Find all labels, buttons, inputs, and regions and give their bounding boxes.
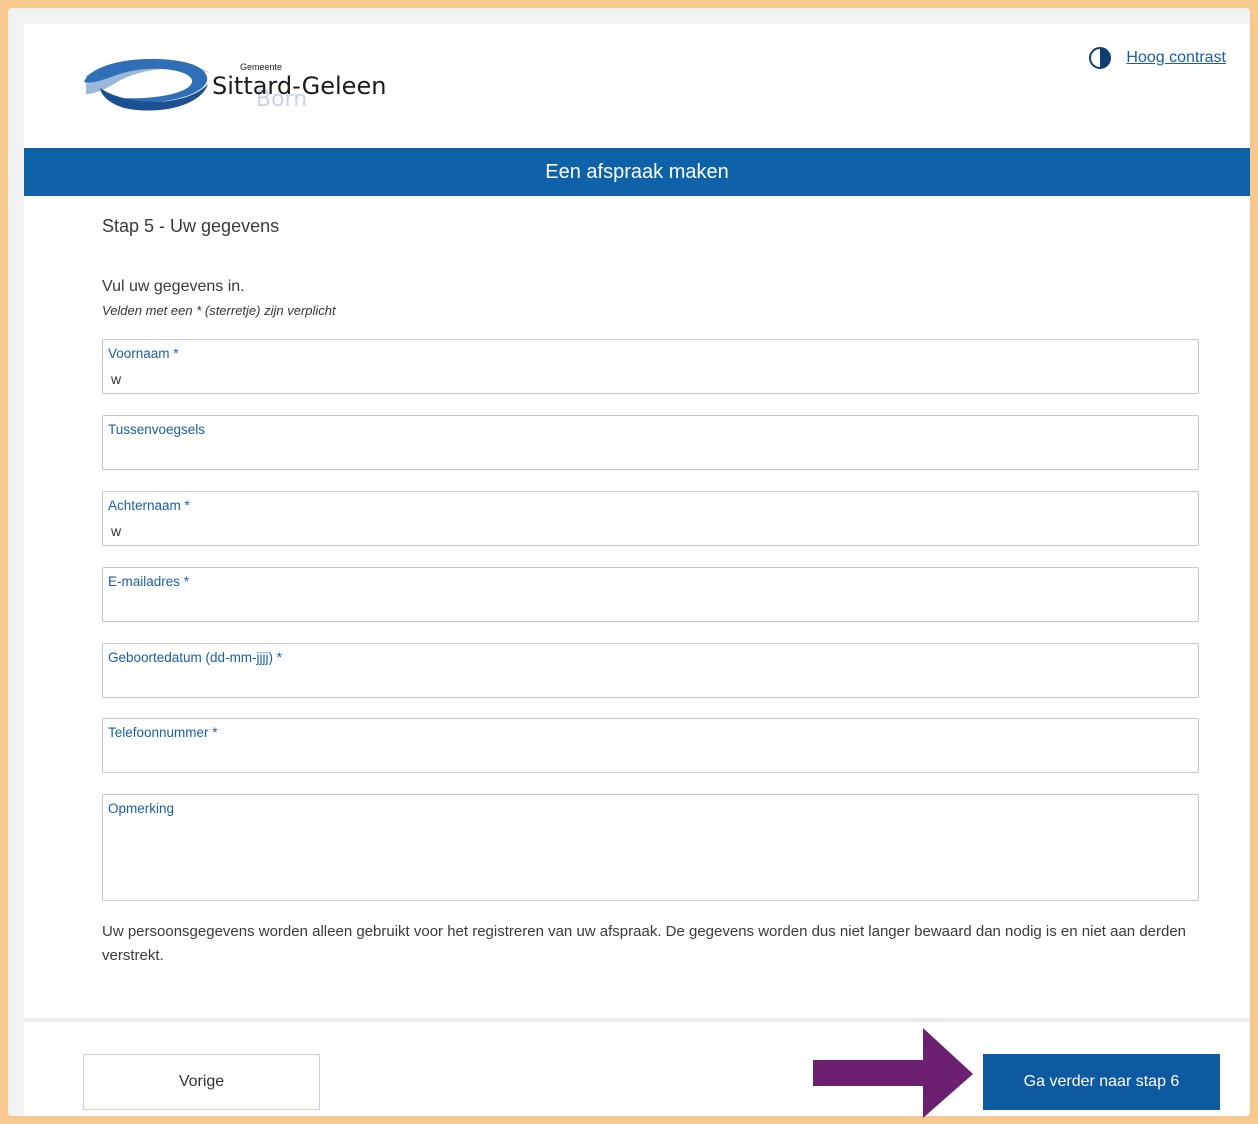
field-label: Voornaam *: [108, 346, 179, 361]
field-label: Opmerking: [108, 801, 175, 816]
high-contrast-toggle[interactable]: Hoog contrast: [1088, 46, 1226, 70]
infix-field[interactable]: Tussenvoegsels: [102, 415, 1199, 470]
logo-name: Sittard-Geleen: [212, 72, 386, 100]
contrast-icon: [1089, 47, 1112, 69]
form-intro: Vul uw gegevens in.: [102, 278, 245, 295]
field-label: Achternaam *: [108, 498, 190, 513]
remark-textarea[interactable]: Opmerking: [102, 794, 1199, 901]
field-value[interactable]: w: [111, 523, 121, 539]
field-label: Telefoonnummer *: [108, 725, 218, 740]
sittard-geleen-logo[interactable]: Gemeente Born Sittard-Geleen: [84, 54, 404, 114]
birthdate-field[interactable]: Geboortedatum (dd-mm-jjjj) *: [102, 643, 1199, 698]
banner-title: Een afspraak maken: [545, 160, 729, 183]
phone-field[interactable]: Telefoonnummer *: [102, 718, 1199, 773]
previous-button[interactable]: Vorige: [83, 1054, 320, 1110]
form-footer: Vorige Ga verder naar stap 6: [24, 1018, 1250, 1116]
email-field[interactable]: E-mailadres *: [102, 567, 1199, 622]
field-label: E-mailadres *: [108, 574, 190, 589]
field-value[interactable]: w: [111, 371, 121, 387]
field-label: Tussenvoegsels: [108, 422, 206, 437]
high-contrast-link[interactable]: Hoog contrast: [1126, 49, 1226, 67]
page-banner: Een afspraak maken: [24, 148, 1250, 196]
site-header: Gemeente Born Sittard-Geleen Hoog contra…: [24, 24, 1250, 148]
browser-frame: Gemeente Born Sittard-Geleen Hoog contra…: [8, 8, 1250, 1116]
annotation-arrow-icon: [813, 1028, 973, 1118]
logo-small-text: Gemeente: [240, 62, 282, 72]
privacy-notice: Uw persoonsgegevens worden alleen gebrui…: [102, 923, 1187, 964]
field-label: Geboortedatum (dd-mm-jjjj) *: [108, 650, 283, 665]
first-name-field[interactable]: Voornaam * w: [102, 339, 1199, 394]
last-name-field[interactable]: Achternaam * w: [102, 491, 1199, 546]
page: Gemeente Born Sittard-Geleen Hoog contra…: [24, 24, 1250, 1116]
step-title: Stap 5 - Uw gegevens: [102, 216, 280, 236]
next-step-button[interactable]: Ga verder naar stap 6: [983, 1054, 1220, 1110]
required-note: Velden met een * (sterretje) zijn verpli…: [102, 303, 336, 318]
